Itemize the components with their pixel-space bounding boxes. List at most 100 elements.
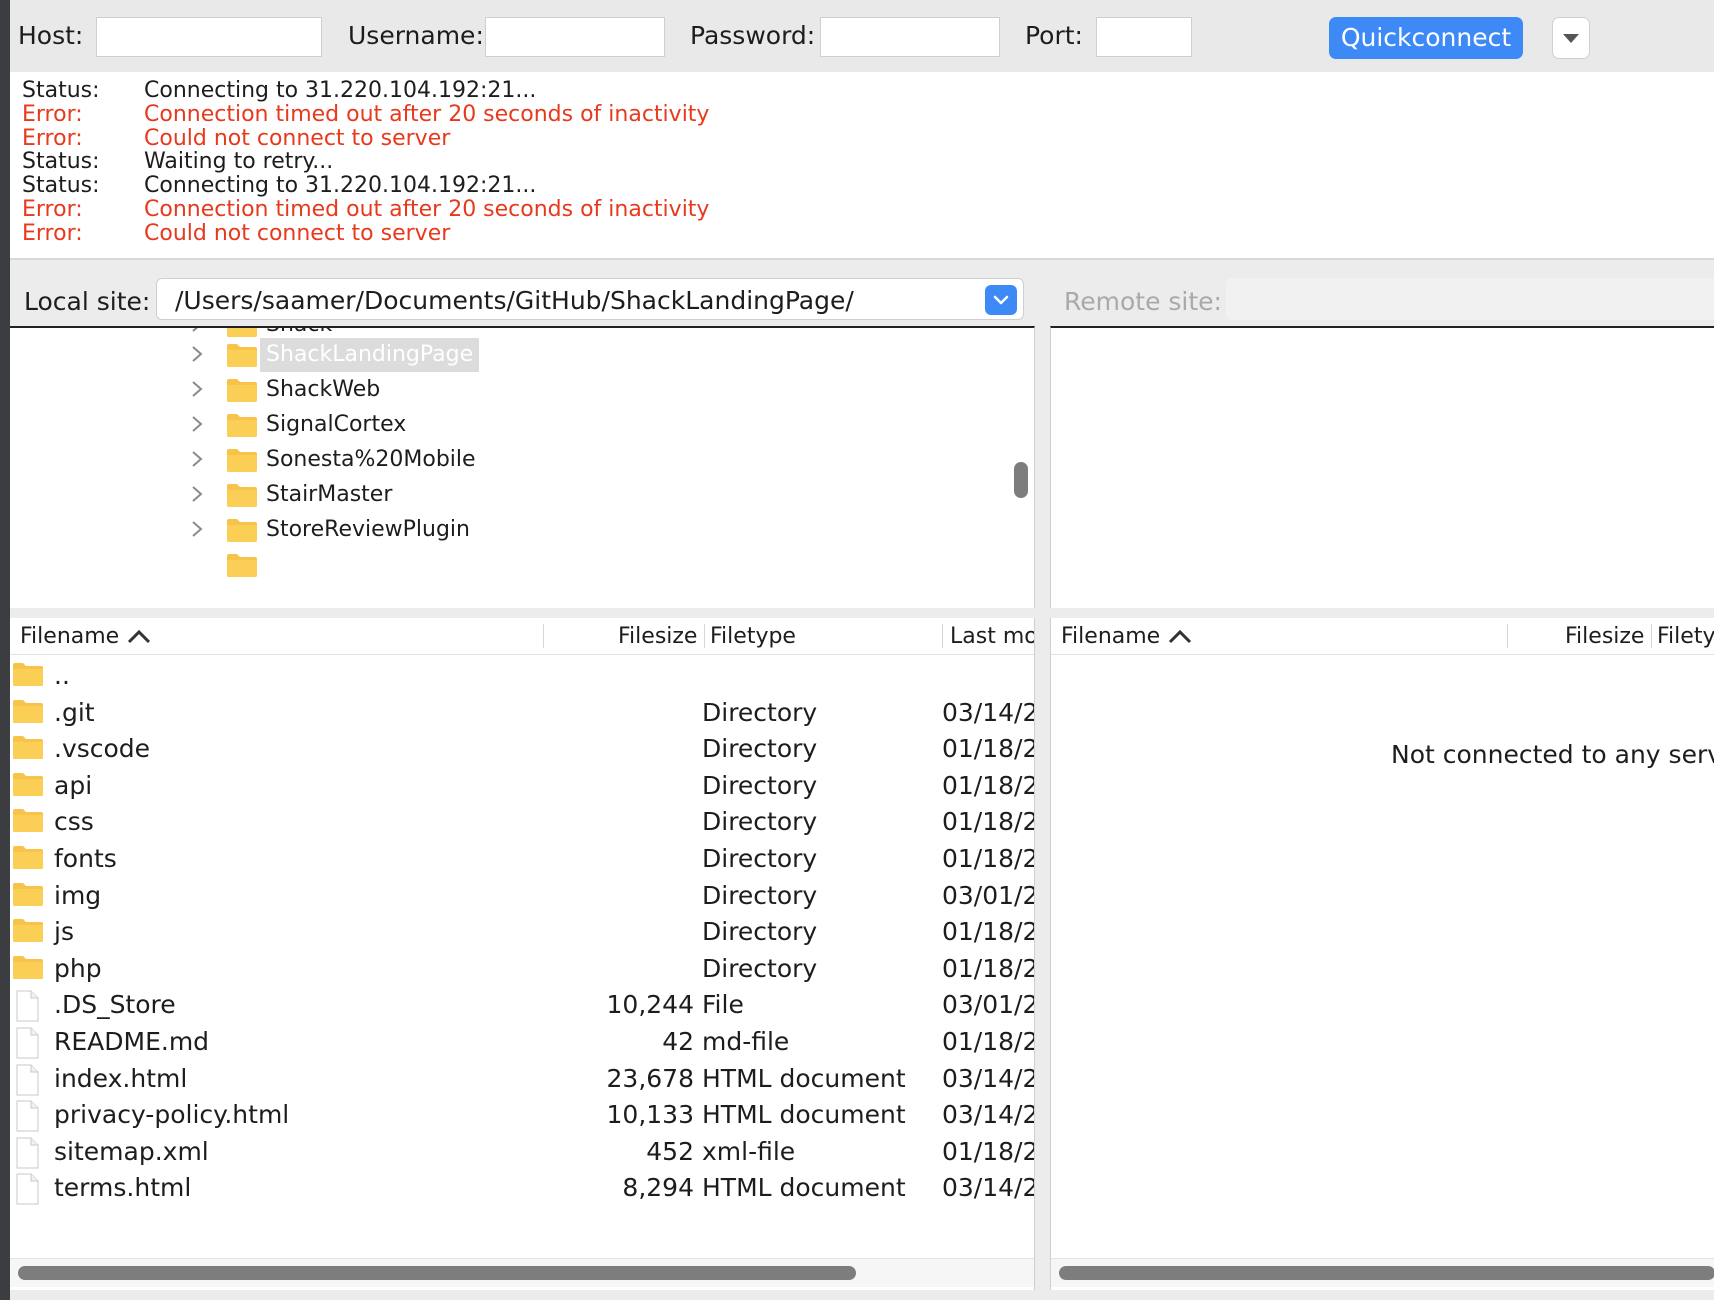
column-filename-label: Filename xyxy=(1061,624,1161,649)
log-line-message: Could not connect to server xyxy=(144,220,451,246)
file-row[interactable]: css Directory 01/18/20 xyxy=(10,802,1034,842)
remote-list-horizontal-scrollbar[interactable] xyxy=(1051,1258,1714,1287)
column-last-modified[interactable]: Last mo xyxy=(950,624,1034,649)
file-row[interactable]: terms.html 8,294 HTML document 03/14/2 xyxy=(10,1168,1034,1208)
file-row[interactable]: sitemap.xml 452 xml-file 01/18/20 xyxy=(10,1132,1034,1172)
column-separator[interactable] xyxy=(1651,624,1652,648)
filezilla-window: Host: Username: Password: Port: Quickcon… xyxy=(10,0,1714,1300)
folder-icon xyxy=(12,698,44,728)
column-filetype[interactable]: Filety xyxy=(1657,624,1714,649)
file-row[interactable]: js Directory 01/18/20 xyxy=(10,912,1034,952)
file-row[interactable]: .vscode Directory 01/18/20 xyxy=(10,729,1034,769)
file-type: Directory xyxy=(702,880,818,910)
chevron-right-icon[interactable] xyxy=(190,328,208,334)
local-site-path-combo[interactable]: /Users/saamer/Documents/GitHub/ShackLand… xyxy=(156,278,1024,320)
tree-item[interactable]: ShackLandingPage xyxy=(10,336,1010,374)
message-log[interactable]: Status: Connecting to 31.220.104.192:21..… xyxy=(10,72,1714,260)
file-name: .DS_Store xyxy=(54,990,176,1020)
column-filetype[interactable]: Filetype xyxy=(710,624,796,649)
tree-item-label: ShackWeb xyxy=(266,377,381,402)
file-date: 01/18/20 xyxy=(942,734,1034,764)
desktop-edge xyxy=(0,0,10,1300)
file-date: 03/14/2 xyxy=(942,1173,1034,1203)
file-name: README.md xyxy=(54,1027,210,1056)
tree-item[interactable]: StairMaster xyxy=(10,476,1010,514)
log-line-kind: Error: xyxy=(22,101,83,127)
tree-item[interactable]: Sonesta%20Mobile xyxy=(10,441,1010,479)
file-icon xyxy=(12,990,42,1026)
file-name: sitemap.xml xyxy=(54,1136,209,1166)
tree-item[interactable]: ShackWeb xyxy=(10,371,1010,409)
file-row[interactable]: api Directory 01/18/20 xyxy=(10,766,1034,806)
scrollbar-thumb[interactable] xyxy=(1059,1266,1714,1280)
file-name: api xyxy=(54,770,93,800)
file-row[interactable]: .. xyxy=(10,656,1034,696)
local-site-label: Local site: xyxy=(24,287,151,316)
column-separator[interactable] xyxy=(942,624,943,648)
file-name: fonts xyxy=(54,844,117,873)
file-row[interactable]: img Directory 03/01/2 xyxy=(10,876,1034,916)
local-file-list[interactable]: Filename Filesize Filetype Last mo .. .gi… xyxy=(10,618,1035,1290)
remote-list-header: Filename Filesize Filety xyxy=(1051,618,1714,655)
folder-icon xyxy=(12,844,44,874)
username-input[interactable] xyxy=(485,17,665,57)
file-name: .vscode xyxy=(54,734,151,764)
chevron-right-icon[interactable] xyxy=(190,379,208,399)
tree-vertical-scrollbar[interactable] xyxy=(1014,462,1028,498)
chevron-right-icon[interactable] xyxy=(190,414,208,434)
column-filename-label: Filename xyxy=(20,624,120,649)
folder-icon xyxy=(12,807,44,837)
local-site-path: /Users/saamer/Documents/GitHub/ShackLand… xyxy=(175,286,854,315)
file-size: 8,294 xyxy=(622,1173,694,1203)
quickconnect-button[interactable]: Quickconnect xyxy=(1329,17,1523,59)
scrollbar-thumb[interactable] xyxy=(18,1266,856,1280)
folder-icon xyxy=(12,734,44,764)
file-type: HTML document xyxy=(702,1173,906,1203)
column-separator[interactable] xyxy=(704,624,705,648)
file-row[interactable]: fonts Directory 01/18/20 xyxy=(10,839,1034,879)
file-row[interactable]: .git Directory 03/14/2 xyxy=(10,693,1034,733)
quickconnect-bar: Host: Username: Password: Port: Quickcon… xyxy=(10,0,1714,73)
file-size: 10,244 xyxy=(606,990,694,1020)
folder-icon xyxy=(226,412,258,442)
column-filename[interactable]: Filename xyxy=(20,624,152,649)
local-directory-tree[interactable]: ShackShackLandingPageShackWebSignalCorte… xyxy=(10,326,1035,608)
local-list-horizontal-scrollbar[interactable] xyxy=(10,1258,1034,1287)
column-filename[interactable]: Filename xyxy=(1061,624,1193,649)
tree-item[interactable]: SignalCortex xyxy=(10,406,1010,444)
password-input[interactable] xyxy=(820,17,1000,57)
file-row[interactable]: README.md 42 md-file 01/18/20 xyxy=(10,1022,1034,1062)
remote-file-list[interactable]: Filename Filesize Filety Not connected t… xyxy=(1050,618,1714,1290)
log-line-kind: Status: xyxy=(22,149,100,175)
file-type: HTML document xyxy=(702,1100,906,1130)
file-date: 03/14/2 xyxy=(942,1100,1034,1130)
local-site-bar: Local site: /Users/saamer/Documents/GitH… xyxy=(10,272,1034,326)
tree-item-partial[interactable] xyxy=(10,546,1010,584)
file-icon xyxy=(12,1173,42,1209)
chevron-down-icon[interactable] xyxy=(985,285,1017,315)
column-filesize[interactable]: Filesize xyxy=(1565,624,1644,649)
log-line-kind: Error: xyxy=(22,197,83,222)
column-filesize[interactable]: Filesize xyxy=(618,624,697,649)
column-separator[interactable] xyxy=(543,624,544,648)
file-row[interactable]: index.html 23,678 HTML document 03/14/2 xyxy=(10,1059,1034,1099)
tree-item[interactable]: StoreReviewPlugin xyxy=(10,511,1010,549)
remote-site-path-combo[interactable] xyxy=(1226,278,1714,320)
quickconnect-history-button[interactable] xyxy=(1552,17,1590,59)
port-input[interactable] xyxy=(1096,17,1192,57)
file-row[interactable]: privacy-policy.html 10,133 HTML document 03… xyxy=(10,1095,1034,1135)
chevron-right-icon[interactable] xyxy=(190,344,208,364)
file-size: 23,678 xyxy=(606,1063,694,1093)
file-row[interactable]: php Directory 01/18/20 xyxy=(10,949,1034,989)
folder-icon xyxy=(12,881,44,911)
file-row[interactable]: .DS_Store 10,244 File 03/01/2 xyxy=(10,985,1034,1025)
host-input[interactable] xyxy=(96,17,322,57)
remote-directory-tree[interactable] xyxy=(1050,326,1714,608)
file-type: md-file xyxy=(702,1027,790,1056)
file-date: 03/01/2 xyxy=(942,880,1034,910)
file-icon xyxy=(12,1137,42,1173)
column-separator[interactable] xyxy=(1507,624,1508,648)
chevron-right-icon[interactable] xyxy=(190,484,208,504)
chevron-right-icon[interactable] xyxy=(190,519,208,539)
chevron-right-icon[interactable] xyxy=(190,449,208,469)
